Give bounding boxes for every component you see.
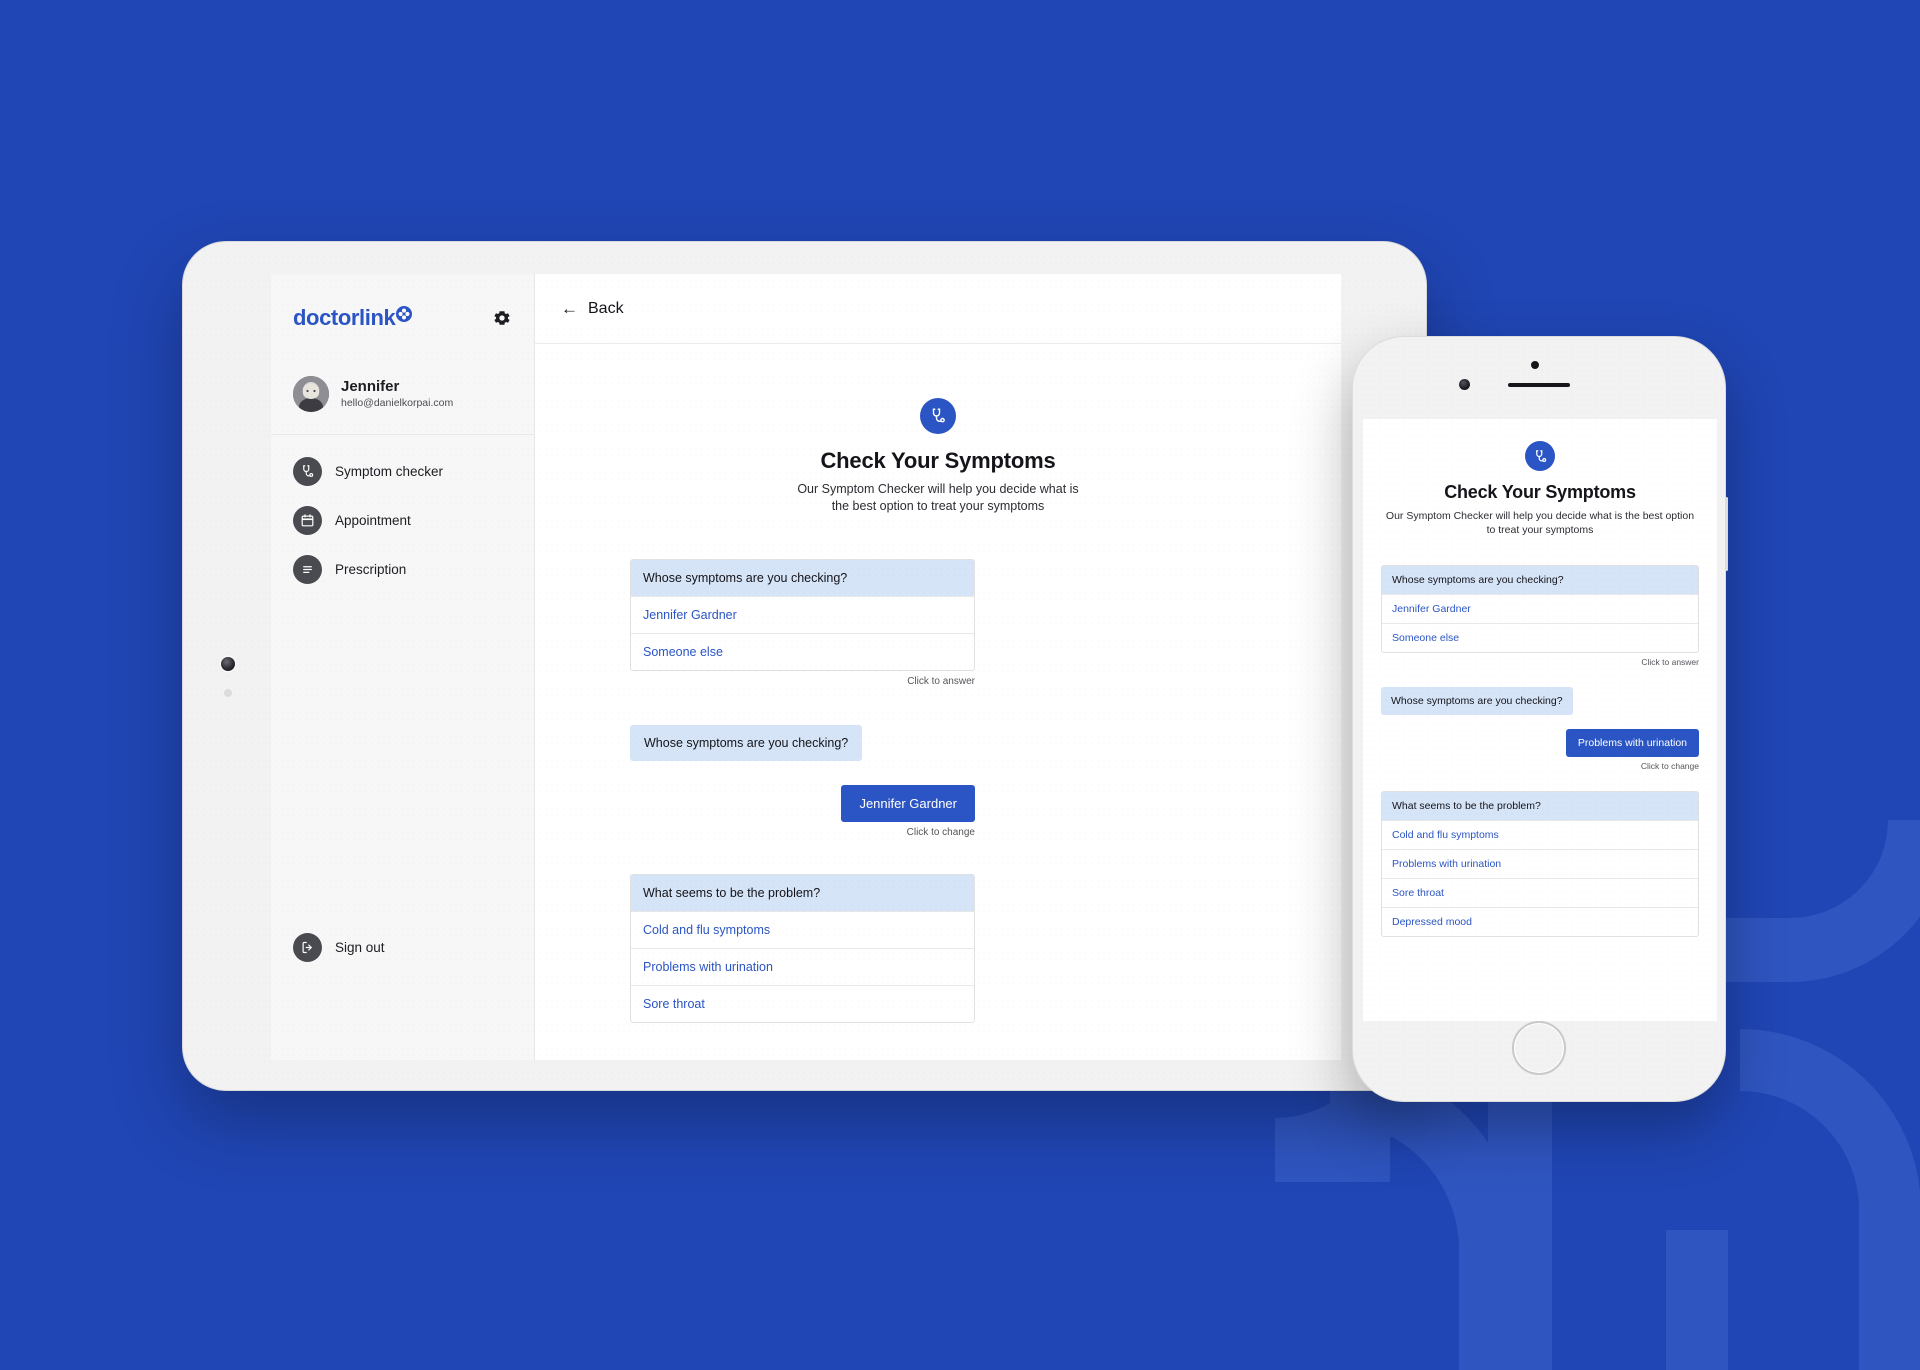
question-card: Whose symptoms are you checking? Jennife… xyxy=(1381,565,1699,654)
sidebar-nav: Symptom checker Appointment Prescription xyxy=(271,435,534,594)
page-subtitle: Our Symptom Checker will help you decide… xyxy=(797,482,1079,513)
question-bubble: Whose symptoms are you checking? xyxy=(1381,687,1573,716)
question-card: What seems to be the problem? Cold and f… xyxy=(630,873,975,1023)
answer-pill-problems-with-urination[interactable]: Problems with urination xyxy=(1565,729,1699,758)
phone-content: Check Your Symptoms Our Symptom Checker … xyxy=(1363,419,1717,938)
question-block-3: What seems to be the problem? Cold and f… xyxy=(1381,791,1699,938)
option-someone-else[interactable]: Someone else xyxy=(1382,623,1698,652)
stethoscope-icon xyxy=(920,398,956,434)
sidebar: doctorlink Jennifer hello@danielkorpai.c… xyxy=(271,274,535,1060)
phone-screen: Check Your Symptoms Our Symptom Checker … xyxy=(1363,419,1717,1021)
sidebar-item-label: Appointment xyxy=(335,513,411,528)
question-text: Whose symptoms are you checking? xyxy=(1382,566,1698,595)
option-someone-else[interactable]: Someone else xyxy=(631,632,974,670)
gear-icon[interactable] xyxy=(492,308,512,328)
brand-name: doctorlink xyxy=(293,305,396,330)
content-area: Check Your Symptoms Our Symptom Checker … xyxy=(535,344,1341,1060)
chat-thread: Whose symptoms are you checking? Jennife… xyxy=(1381,565,1699,938)
phone-home-button[interactable] xyxy=(1512,1021,1566,1075)
stethoscope-icon xyxy=(1525,441,1555,471)
tablet-device: doctorlink Jennifer hello@danielkorpai.c… xyxy=(182,241,1427,1091)
page-title: Check Your Symptoms xyxy=(820,448,1056,473)
answer-row: Problems with urination Click to change xyxy=(1381,729,1699,771)
page-title: Check Your Symptoms xyxy=(1444,482,1636,502)
option-jennifer-gardner[interactable]: Jennifer Gardner xyxy=(1382,594,1698,623)
sidebar-item-label: Symptom checker xyxy=(335,464,444,479)
question-block-1: Whose symptoms are you checking? Jennife… xyxy=(1381,565,1699,667)
phone-speaker-icon xyxy=(1508,383,1570,387)
question-text: What seems to be the problem? xyxy=(631,874,974,911)
question-block-3: What seems to be the problem? Cold and f… xyxy=(630,873,1246,1023)
phone-device: Check Your Symptoms Our Symptom Checker … xyxy=(1352,336,1728,1102)
question-card: Whose symptoms are you checking? Jennife… xyxy=(630,558,975,671)
profile-block[interactable]: Jennifer hello@danielkorpai.com xyxy=(271,362,534,435)
question-card: What seems to be the problem? Cold and f… xyxy=(1381,791,1699,938)
back-label: Back xyxy=(588,299,624,317)
option-depressed-mood[interactable]: Depressed mood xyxy=(1382,907,1698,936)
question-bubble: Whose symptoms are you checking? xyxy=(630,724,863,761)
sidebar-item-appointment[interactable]: Appointment xyxy=(271,496,534,545)
page-subtitle: Our Symptom Checker will help you decide… xyxy=(1385,510,1695,537)
option-sore-throat[interactable]: Sore throat xyxy=(631,984,974,1022)
answer-row: Jennifer Gardner Click to change xyxy=(630,784,975,838)
option-problems-with-urination[interactable]: Problems with urination xyxy=(631,947,974,985)
question-text: What seems to be the problem? xyxy=(1382,792,1698,821)
question-block-2: Whose symptoms are you checking? Problem… xyxy=(1381,687,1699,771)
sidebar-header: doctorlink xyxy=(271,274,534,362)
sidebar-item-sign-out[interactable]: Sign out xyxy=(271,923,534,972)
hint-click-to-change: Click to change xyxy=(906,826,975,838)
hero-section: Check Your Symptoms Our Symptom Checker … xyxy=(535,398,1341,515)
signout-wrapper: Sign out xyxy=(271,923,534,972)
question-text: Whose symptoms are you checking? xyxy=(631,559,974,596)
back-arrow-icon: ← xyxy=(561,299,578,318)
chat-thread: Whose symptoms are you checking? Jennife… xyxy=(535,558,1341,1023)
document-lines-icon xyxy=(293,555,322,584)
option-jennifer-gardner[interactable]: Jennifer Gardner xyxy=(631,595,974,633)
main-panel: ← Back Check Your Symptoms Our Symptom C… xyxy=(535,274,1341,1060)
brand-logo[interactable]: doctorlink xyxy=(293,305,413,331)
sidebar-item-label: Prescription xyxy=(335,562,407,577)
avatar xyxy=(293,376,329,412)
sidebar-item-prescription[interactable]: Prescription xyxy=(271,545,534,594)
option-cold-and-flu-symptoms[interactable]: Cold and flu symptoms xyxy=(631,910,974,948)
question-block-1: Whose symptoms are you checking? Jennife… xyxy=(630,558,1246,687)
hint-click-to-answer: Click to answer xyxy=(1641,657,1699,668)
sign-out-icon xyxy=(293,933,322,962)
answer-pill-jennifer-gardner[interactable]: Jennifer Gardner xyxy=(841,784,975,822)
hint-click-to-answer: Click to answer xyxy=(907,675,975,687)
hint-click-to-change: Click to change xyxy=(1640,761,1699,772)
sidebar-item-symptom-checker[interactable]: Symptom checker xyxy=(271,447,534,496)
tablet-camera-icon xyxy=(221,657,235,671)
phone-sensor-icon xyxy=(1531,361,1539,369)
phone-camera-icon xyxy=(1459,379,1470,390)
doctorlink-cross-icon xyxy=(396,306,413,322)
calendar-icon xyxy=(293,506,322,535)
profile-email: hello@danielkorpai.com xyxy=(341,396,454,409)
tablet-screen: doctorlink Jennifer hello@danielkorpai.c… xyxy=(271,274,1341,1060)
option-sore-throat[interactable]: Sore throat xyxy=(1382,878,1698,907)
stethoscope-icon xyxy=(293,457,322,486)
sidebar-item-label: Sign out xyxy=(335,940,385,955)
profile-name: Jennifer xyxy=(341,377,400,395)
phone-power-button[interactable] xyxy=(1725,497,1728,571)
tablet-sensor-icon xyxy=(224,689,232,697)
option-cold-and-flu-symptoms[interactable]: Cold and flu symptoms xyxy=(1382,820,1698,849)
option-problems-with-urination[interactable]: Problems with urination xyxy=(1382,849,1698,878)
question-block-2: Whose symptoms are you checking? Jennife… xyxy=(630,724,1246,838)
topbar: ← Back xyxy=(535,274,1341,344)
back-button[interactable]: ← Back xyxy=(561,300,624,318)
